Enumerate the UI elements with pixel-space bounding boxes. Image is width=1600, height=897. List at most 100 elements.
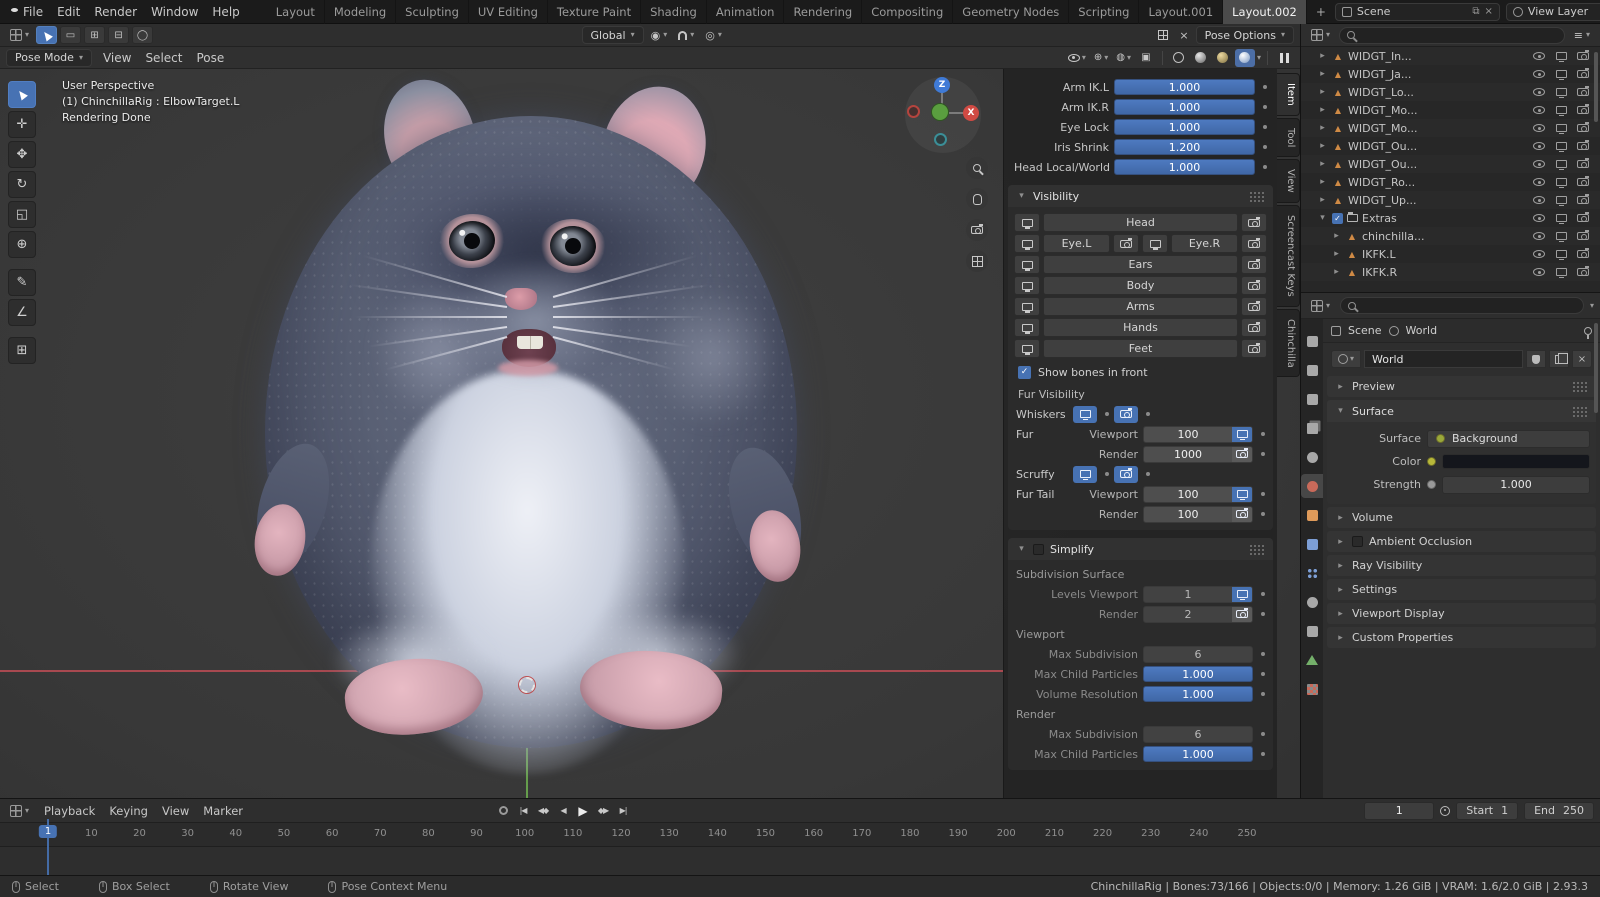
max-subdivision-field[interactable]: 6 [1143,725,1253,743]
expand-icon[interactable]: ▸ [1317,159,1328,169]
fur-viewport-field[interactable]: 100 [1143,425,1253,443]
object-visibility-dropdown[interactable]: ▾ [1065,49,1089,67]
properties-tab-output[interactable] [1301,387,1323,411]
panel-grip-icon[interactable] [1572,381,1588,392]
outliner-monitor-toggle[interactable] [1552,142,1570,152]
fur-tail-viewport-field[interactable]: 100 [1143,485,1253,503]
jump-start-button[interactable]: |◀ [514,802,532,820]
options-extra-icon[interactable] [1154,28,1172,42]
head-local-world-slider[interactable]: 1.000 [1114,159,1255,175]
outliner-row-widgt-ro[interactable]: ▸ ▲ WIDGT_Ro... [1301,173,1600,191]
render-field[interactable]: 2 [1143,605,1253,623]
properties-tab-tool[interactable] [1301,329,1323,353]
visibility-toggle-feet[interactable]: Feet [1043,339,1238,358]
outliner-monitor-toggle[interactable] [1552,70,1570,80]
mode-dropdown[interactable]: Pose Mode ▾ [6,48,92,67]
outliner-filter-button[interactable]: ≡ ▾ [1570,27,1594,44]
timeline-editor-type-button[interactable]: ▾ [6,803,33,819]
expand-icon[interactable]: ▸ [1317,69,1328,79]
orthographic-toggle-button[interactable] [966,250,988,272]
surface-shader-button[interactable]: Background [1427,429,1590,448]
keyframe-dot[interactable] [1261,672,1265,676]
iris-shrink-slider[interactable]: 1.200 [1114,139,1255,155]
camera-toggle-scruffy[interactable] [1114,465,1138,483]
select-box-mode-button[interactable]: ▭ [60,26,82,44]
properties-search-input[interactable] [1360,299,1576,312]
keyframe-dot[interactable] [1261,612,1265,616]
properties-tab-object[interactable] [1301,503,1323,527]
viewport-menu-pose[interactable]: Pose [189,50,231,66]
outliner-monitor-toggle[interactable] [1552,196,1570,206]
keyframe-dot[interactable] [1105,472,1109,476]
xray-toggle[interactable]: ▣ [1136,49,1156,67]
max-child-particles-slider[interactable]: 1.000 [1143,666,1253,682]
properties-editor-type-button[interactable]: ▾ [1307,298,1334,314]
shading-rendered-button[interactable] [1234,48,1255,67]
editor-type-button[interactable]: ▾ [6,27,33,43]
pause-render-button[interactable] [1274,49,1294,67]
outliner-monitor-toggle[interactable] [1552,268,1570,278]
visibility-toggle-eye-r[interactable]: Eye.R [1171,234,1238,253]
outliner-camera-toggle[interactable] [1574,68,1592,78]
outliner-camera-toggle[interactable] [1574,212,1592,222]
pivot-point-dropdown[interactable]: ◉ ▾ [647,27,672,44]
playhead[interactable]: 1 [38,825,58,838]
sidebar-tab-screencast-keys[interactable]: Screencast Keys [1277,204,1300,307]
outliner-monitor-toggle[interactable] [1552,178,1570,188]
visibility-panel-header[interactable]: ▾ Visibility [1008,185,1273,207]
transform-tool[interactable]: ⊕ [8,231,36,258]
overlays-dropdown[interactable]: ◍ ▾ [1113,49,1134,67]
prev-keyframe-button[interactable]: ◀◆ [534,802,552,820]
panel-viewport-display[interactable]: ▸ Viewport Display [1327,603,1596,624]
keyframe-dot[interactable] [1261,652,1265,656]
panel-grip-icon[interactable] [1249,543,1265,555]
panel-ray-visibility[interactable]: ▸ Ray Visibility [1327,555,1596,576]
camera-toggle-button[interactable] [1241,276,1267,295]
next-keyframe-button[interactable]: ◆▶ [594,802,612,820]
max-child-particles-slider[interactable]: 1.000 [1143,746,1253,762]
keyframe-dot[interactable] [1263,105,1267,109]
timeline-menu-keying[interactable]: Keying [102,802,155,820]
gizmo-z-axis[interactable]: Z [934,77,950,93]
monitor-toggle-button[interactable] [1142,234,1168,253]
gizmos-dropdown[interactable]: ⊕ ▾ [1091,49,1111,67]
scene-selector[interactable]: Scene ⧉ × [1334,2,1500,21]
outliner-eye-toggle[interactable] [1530,268,1548,276]
outliner-row-widgt-lo[interactable]: ▸ ▲ WIDGT_Lo... [1301,83,1600,101]
workspace-tab-scripting[interactable]: Scripting [1069,0,1140,24]
workspace-tab-uv-editing[interactable]: UV Editing [469,0,548,24]
arm-ik-l-slider[interactable]: 1.000 [1114,79,1255,95]
monitor-toggle-button[interactable] [1014,339,1040,358]
outliner-eye-toggle[interactable] [1530,124,1548,132]
unlink-scene-icon[interactable]: × [1485,6,1493,17]
panel-settings[interactable]: ▸ Settings [1327,579,1596,600]
sidebar-tab-chinchilla[interactable]: Chinchilla [1277,308,1300,378]
outliner-row-widgt-up[interactable]: ▸ ▲ WIDGT_Up... [1301,191,1600,209]
outliner-eye-toggle[interactable] [1530,160,1548,168]
expand-icon[interactable]: ▸ [1317,123,1328,133]
outliner-row-widgt-mo[interactable]: ▸ ▲ WIDGT_Mo... [1301,101,1600,119]
scale-tool[interactable]: ◱ [8,201,36,228]
pan-button[interactable] [966,188,988,210]
keying-set-icon[interactable] [1440,805,1451,816]
keyframe-dot[interactable] [1261,432,1265,436]
viewport-3d[interactable]: ✛ ✥ ↻ ◱ ⊕ ✎ ∠ ⊞ User Perspective (1) Chinchilla… [0,69,1300,798]
add-workspace-button[interactable]: + [1307,5,1335,19]
expand-icon[interactable]: ▸ [1317,105,1328,115]
outliner-row-widgt-ja[interactable]: ▸ ▲ WIDGT_Ja... [1301,65,1600,83]
keyframe-dot[interactable] [1263,125,1267,129]
simplify-checkbox[interactable] [1033,543,1044,555]
properties-tab-physics[interactable] [1301,590,1323,614]
properties-tab-world[interactable] [1301,474,1323,498]
outliner-camera-toggle[interactable] [1574,194,1592,204]
panel-checkbox[interactable] [1352,536,1363,547]
keyframe-dot[interactable] [1261,452,1265,456]
timeline-menu-playback[interactable]: Playback [37,802,102,820]
view-layer-selector[interactable]: View Layer ⧉ × [1505,2,1600,21]
workspace-tab-geometry-nodes[interactable]: Geometry Nodes [953,0,1070,24]
sidebar-tab-tool[interactable]: Tool [1277,117,1300,158]
outliner-camera-toggle[interactable] [1574,86,1592,96]
menu-window[interactable]: Window [144,3,205,21]
timeline-track[interactable] [0,847,1600,875]
properties-tab-view-layer[interactable] [1301,416,1323,440]
